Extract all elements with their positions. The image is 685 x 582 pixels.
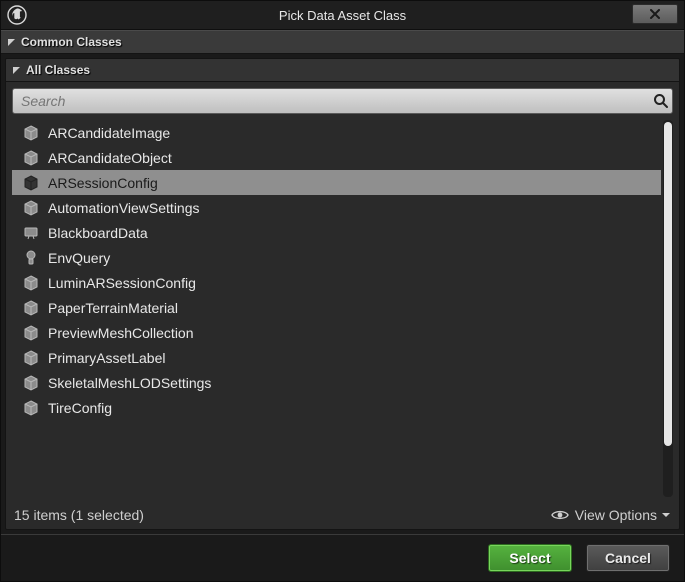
- section-label: All Classes: [26, 63, 90, 77]
- data-asset-icon: [24, 125, 38, 141]
- section-common-classes[interactable]: Common Classes: [1, 30, 684, 54]
- class-list-container: ARCandidateImage ARCandidateObject ARSes…: [12, 120, 673, 497]
- list-item[interactable]: ARCandidateImage: [12, 120, 661, 145]
- data-asset-icon: [24, 175, 38, 191]
- window-title: Pick Data Asset Class: [1, 8, 684, 23]
- list-item[interactable]: LuminARSessionConfig: [12, 270, 661, 295]
- list-item[interactable]: EnvQuery: [12, 245, 661, 270]
- section-label: Common Classes: [21, 35, 122, 49]
- class-name-label: BlackboardData: [48, 225, 148, 241]
- view-options-button[interactable]: View Options: [551, 507, 671, 523]
- search-icon[interactable]: [650, 93, 672, 109]
- search-input[interactable]: [13, 93, 650, 109]
- unreal-logo-icon: [5, 3, 29, 27]
- list-item[interactable]: PreviewMeshCollection: [12, 320, 661, 345]
- class-name-label: AutomationViewSettings: [48, 200, 200, 216]
- list-item[interactable]: ARSessionConfig: [12, 170, 661, 195]
- list-item[interactable]: TireConfig: [12, 395, 661, 420]
- cancel-button[interactable]: Cancel: [586, 544, 670, 572]
- data-asset-icon: [24, 325, 38, 341]
- dialog-window: Pick Data Asset Class Common Classes All…: [0, 0, 685, 582]
- class-name-label: LuminARSessionConfig: [48, 275, 196, 291]
- item-count-label: 15 items (1 selected): [14, 507, 144, 523]
- class-name-label: PrimaryAssetLabel: [48, 350, 166, 366]
- dialog-footer: Select Cancel: [1, 534, 684, 581]
- cancel-button-label: Cancel: [605, 550, 651, 566]
- status-bar: 15 items (1 selected) View Options: [6, 501, 679, 529]
- class-name-label: EnvQuery: [48, 250, 110, 266]
- select-button-label: Select: [509, 550, 550, 566]
- class-name-label: SkeletalMeshLODSettings: [48, 375, 211, 391]
- list-item[interactable]: PaperTerrainMaterial: [12, 295, 661, 320]
- data-asset-icon: [24, 400, 38, 416]
- expander-arrow-icon: [7, 37, 17, 47]
- list-item[interactable]: PrimaryAssetLabel: [12, 345, 661, 370]
- data-asset-icon: [24, 375, 38, 391]
- body-panel: All Classes ARCandidateImage ARCandidate…: [5, 58, 680, 530]
- close-button[interactable]: [632, 4, 678, 24]
- blueprint-icon: [24, 250, 38, 266]
- view-options-label: View Options: [575, 507, 657, 523]
- class-name-label: ARCandidateObject: [48, 150, 172, 166]
- data-asset-icon: [24, 275, 38, 291]
- scrollbar[interactable]: [663, 120, 673, 497]
- list-item[interactable]: ARCandidateObject: [12, 145, 661, 170]
- data-asset-icon: [24, 300, 38, 316]
- class-name-label: ARSessionConfig: [48, 175, 158, 191]
- expander-arrow-icon: [12, 65, 22, 75]
- section-all-classes[interactable]: All Classes: [6, 59, 679, 82]
- title-bar: Pick Data Asset Class: [1, 1, 684, 30]
- data-asset-icon: [24, 150, 38, 166]
- class-name-label: PreviewMeshCollection: [48, 325, 194, 341]
- search-box: [12, 88, 673, 114]
- select-button[interactable]: Select: [488, 544, 572, 572]
- scrollbar-thumb[interactable]: [664, 122, 672, 446]
- class-name-label: PaperTerrainMaterial: [48, 300, 178, 316]
- list-item[interactable]: AutomationViewSettings: [12, 195, 661, 220]
- data-asset-icon: [24, 350, 38, 366]
- class-list[interactable]: ARCandidateImage ARCandidateObject ARSes…: [12, 120, 661, 497]
- list-item[interactable]: SkeletalMeshLODSettings: [12, 370, 661, 395]
- class-name-label: ARCandidateImage: [48, 125, 170, 141]
- chevron-down-icon: [661, 511, 671, 519]
- blackboard-icon: [24, 225, 38, 241]
- data-asset-icon: [24, 200, 38, 216]
- list-item[interactable]: BlackboardData: [12, 220, 661, 245]
- eye-icon: [551, 509, 569, 521]
- close-icon: [649, 9, 661, 19]
- class-name-label: TireConfig: [48, 400, 112, 416]
